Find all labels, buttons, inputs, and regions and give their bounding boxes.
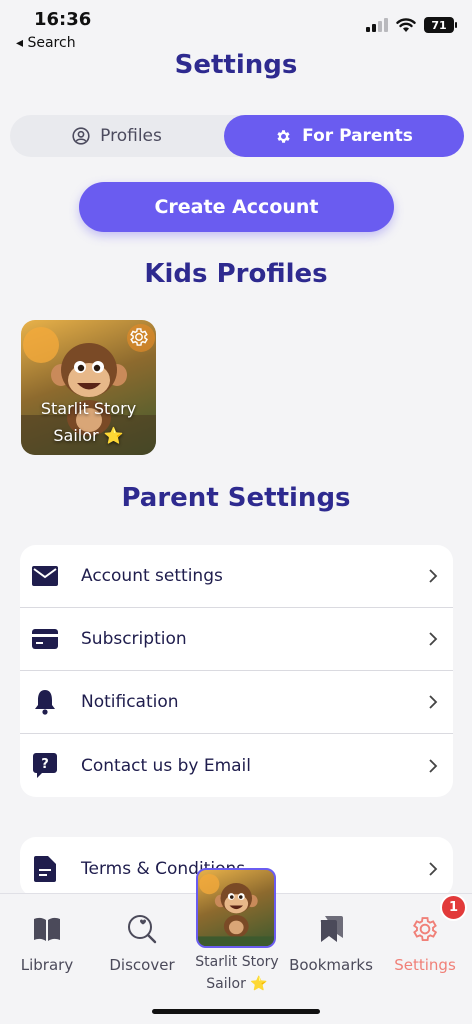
- settings-row-label: Contact us by Email: [81, 755, 251, 776]
- settings-row-notification[interactable]: Notification: [20, 671, 453, 734]
- tab-bookmarks[interactable]: Bookmarks: [284, 912, 378, 974]
- chevron-right-icon: [429, 569, 438, 583]
- kid-profile-name-line2: Sailor ⭐: [53, 426, 124, 445]
- kid-profile-name: Starlit Story Sailor ⭐: [21, 395, 156, 449]
- tab-library-label: Library: [20, 956, 74, 974]
- bell-icon: [35, 690, 55, 715]
- current-profile-name: Starlit Story Sailor ⭐: [192, 951, 282, 995]
- chevron-right-icon: [429, 861, 438, 876]
- page-title: Settings: [174, 50, 298, 80]
- current-profile-avatar: [196, 868, 276, 948]
- home-indicator: [152, 1009, 320, 1014]
- battery-icon: 71: [424, 17, 457, 33]
- settings-row-contact[interactable]: ? Contact us by Email: [20, 734, 453, 797]
- chevron-right-icon: [429, 695, 438, 709]
- svg-text:?: ?: [41, 757, 49, 772]
- parent-settings-heading: Parent Settings: [121, 483, 351, 513]
- tab-settings[interactable]: Settings: [378, 912, 472, 974]
- back-to-search-link[interactable]: ◂ Search: [16, 35, 76, 51]
- credit-card-icon: [32, 629, 58, 649]
- bookmarks-icon: [320, 916, 343, 942]
- book-icon: [34, 917, 60, 941]
- current-profile-name-line2: Sailor ⭐: [206, 976, 268, 992]
- wifi-icon: [396, 17, 416, 32]
- tab-discover-label: Discover: [109, 956, 175, 974]
- settings-row-label: Subscription: [81, 629, 187, 649]
- tab-for-parents[interactable]: For Parents: [224, 115, 464, 157]
- tab-profiles-label: Profiles: [100, 126, 162, 146]
- user-circle-icon: [72, 127, 90, 145]
- profile-gear-icon[interactable]: [128, 326, 150, 348]
- settings-notification-badge: 1: [440, 894, 467, 921]
- bottom-tab-bar: Library Discover Starlit Story Sailor ⭐ …: [0, 868, 472, 1024]
- settings-row-account[interactable]: Account settings: [20, 545, 453, 608]
- signal-icon: [366, 18, 388, 32]
- tab-for-parents-label: For Parents: [302, 126, 413, 146]
- status-bar: 16:36 ◂ Search 71: [0, 0, 472, 56]
- settings-row-subscription[interactable]: Subscription: [20, 608, 453, 671]
- profile-parent-segment: Profiles For Parents: [10, 115, 464, 157]
- kid-profile-name-line1: Starlit Story: [40, 399, 137, 418]
- question-bubble-icon: ?: [33, 752, 57, 778]
- kid-profile-card[interactable]: Starlit Story Sailor ⭐: [21, 320, 156, 455]
- tab-bookmarks-label: Bookmarks: [289, 956, 373, 974]
- status-indicators: 71: [366, 17, 457, 33]
- discover-search-icon: [128, 915, 157, 944]
- tab-settings-label: Settings: [394, 956, 456, 974]
- document-icon: [34, 855, 56, 882]
- gear-icon: [413, 917, 438, 941]
- tab-discover[interactable]: Discover: [95, 912, 189, 974]
- envelope-icon: [32, 566, 58, 586]
- settings-row-label: Notification: [81, 692, 179, 712]
- create-account-button[interactable]: Create Account: [79, 182, 394, 232]
- status-time: 16:36: [34, 9, 92, 30]
- chevron-right-icon: [429, 632, 438, 646]
- parent-settings-list: Account settings Subscription Notificati…: [20, 545, 453, 797]
- kids-profiles-heading: Kids Profiles: [144, 259, 328, 289]
- current-profile-name-line1: Starlit Story: [195, 954, 279, 970]
- monkey-avatar-image: [198, 873, 274, 946]
- chevron-right-icon: [429, 758, 438, 773]
- gear-icon: [277, 129, 290, 143]
- tab-current-profile[interactable]: Starlit Story Sailor ⭐: [195, 868, 279, 995]
- settings-row-label: Account settings: [81, 566, 223, 586]
- tab-library[interactable]: Library: [0, 912, 94, 974]
- tab-profiles[interactable]: Profiles: [10, 115, 224, 157]
